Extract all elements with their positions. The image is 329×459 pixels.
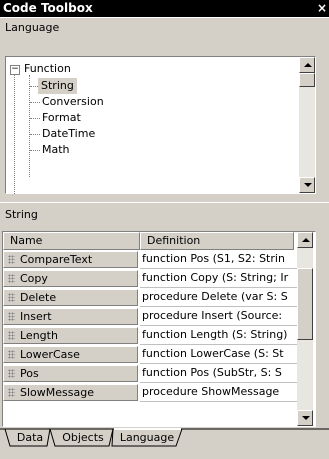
functions-grid[interactable]: Name Definition CompareText function Pos … — [2, 231, 316, 427]
table-row[interactable]: LowerCase function LowerCase (S: St — [3, 345, 313, 364]
function-name: CompareText — [20, 253, 93, 266]
scroll-down-button[interactable] — [299, 177, 315, 193]
definition-cell: procedure Delete (var S: S — [140, 288, 313, 307]
tree-node-function[interactable]: Function — [24, 61, 71, 77]
arrow-down-icon — [304, 183, 312, 187]
tree-node-string[interactable]: String — [38, 78, 77, 94]
name-cell[interactable]: Insert — [3, 308, 138, 325]
drag-grip-icon[interactable] — [8, 331, 15, 340]
drag-grip-icon[interactable] — [8, 293, 15, 302]
tab-strip: Data Objects Language — [0, 428, 329, 459]
function-name: LowerCase — [20, 348, 80, 361]
function-name: Insert — [20, 310, 52, 323]
tree-connector — [29, 75, 30, 177]
arrow-down-icon — [302, 416, 310, 420]
tree-connector — [30, 102, 40, 103]
function-name: Delete — [20, 291, 57, 304]
tree-scrollbar[interactable] — [299, 57, 315, 193]
function-name: Pos — [20, 367, 39, 380]
scroll-thumb[interactable] — [297, 268, 313, 340]
table-row[interactable]: SlowMessage procedure ShowMessage — [3, 383, 313, 402]
definition-cell: function Pos (SubStr, S: S — [140, 364, 313, 383]
tree-node-format[interactable]: Format — [42, 110, 81, 126]
table-row[interactable]: Delete procedure Delete (var S: S — [3, 288, 313, 307]
column-header-definition[interactable]: Definition — [140, 232, 294, 250]
language-header-label: Language — [5, 21, 60, 34]
column-header-name[interactable]: Name — [3, 232, 140, 250]
table-row[interactable]: Insert procedure Insert (Source: — [3, 307, 313, 326]
arrow-up-icon — [302, 238, 310, 242]
definition-cell: function Copy (S: String; Ir — [140, 269, 313, 288]
definition-cell: function Length (S: String) — [140, 326, 313, 345]
function-name: Length — [20, 329, 58, 342]
scroll-up-button[interactable] — [299, 57, 315, 73]
drag-grip-icon[interactable] — [8, 255, 15, 264]
tab-objects[interactable]: Objects — [54, 430, 112, 446]
name-cell[interactable]: CompareText — [3, 251, 138, 268]
scroll-thumb[interactable] — [299, 73, 315, 87]
tree-node-math[interactable]: Math — [42, 142, 70, 158]
title-bar: Code Toolbox × — [0, 0, 329, 17]
collapse-icon[interactable]: − — [10, 65, 20, 75]
definition-cell: procedure Insert (Source: — [140, 307, 313, 326]
name-cell[interactable]: SlowMessage — [3, 384, 138, 401]
drag-grip-icon[interactable] — [8, 312, 15, 321]
tab-data[interactable]: Data — [10, 430, 50, 446]
drag-grip-icon[interactable] — [8, 350, 15, 359]
definition-cell: function Pos (S1, S2: Strin — [140, 250, 313, 269]
table-row[interactable]: CompareText function Pos (S1, S2: Strin — [3, 250, 313, 269]
grid-scrollbar[interactable] — [297, 232, 313, 426]
tree-connector — [14, 74, 15, 194]
name-cell[interactable]: Copy — [3, 270, 138, 287]
table-row[interactable]: Copy function Copy (S: String; Ir — [3, 269, 313, 288]
table-row[interactable]: Pos function Pos (SubStr, S: S — [3, 364, 313, 383]
name-cell[interactable]: Pos — [3, 365, 138, 382]
tree-node-datetime[interactable]: DateTime — [42, 126, 95, 142]
window-title: Code Toolbox — [3, 1, 93, 15]
tree-connector — [30, 118, 40, 119]
tree-connector — [30, 150, 40, 151]
definition-cell: procedure ShowMessage — [140, 383, 313, 402]
function-tree[interactable]: − Function String Conversion Format Date… — [5, 56, 316, 194]
tab-language[interactable]: Language — [114, 430, 180, 446]
language-panel-header: Language — [0, 17, 329, 39]
table-row[interactable]: Length function Length (S: String) — [3, 326, 313, 345]
definition-cell: function LowerCase (S: St — [140, 345, 313, 364]
name-cell[interactable]: LowerCase — [3, 346, 138, 363]
string-panel-header: String — [0, 202, 329, 228]
close-button[interactable]: × — [317, 1, 329, 16]
name-cell[interactable]: Delete — [3, 289, 138, 306]
arrow-up-icon — [304, 63, 312, 67]
function-name: Copy — [20, 272, 48, 285]
drag-grip-icon[interactable] — [8, 369, 15, 378]
drag-grip-icon[interactable] — [8, 388, 15, 397]
string-header-label: String — [5, 208, 38, 221]
name-cell[interactable]: Length — [3, 327, 138, 344]
scroll-up-button[interactable] — [297, 232, 313, 248]
function-name: SlowMessage — [20, 386, 94, 399]
drag-grip-icon[interactable] — [8, 274, 15, 283]
tree-connector — [30, 134, 40, 135]
tree-node-conversion[interactable]: Conversion — [42, 94, 104, 110]
scroll-down-button[interactable] — [297, 410, 313, 426]
